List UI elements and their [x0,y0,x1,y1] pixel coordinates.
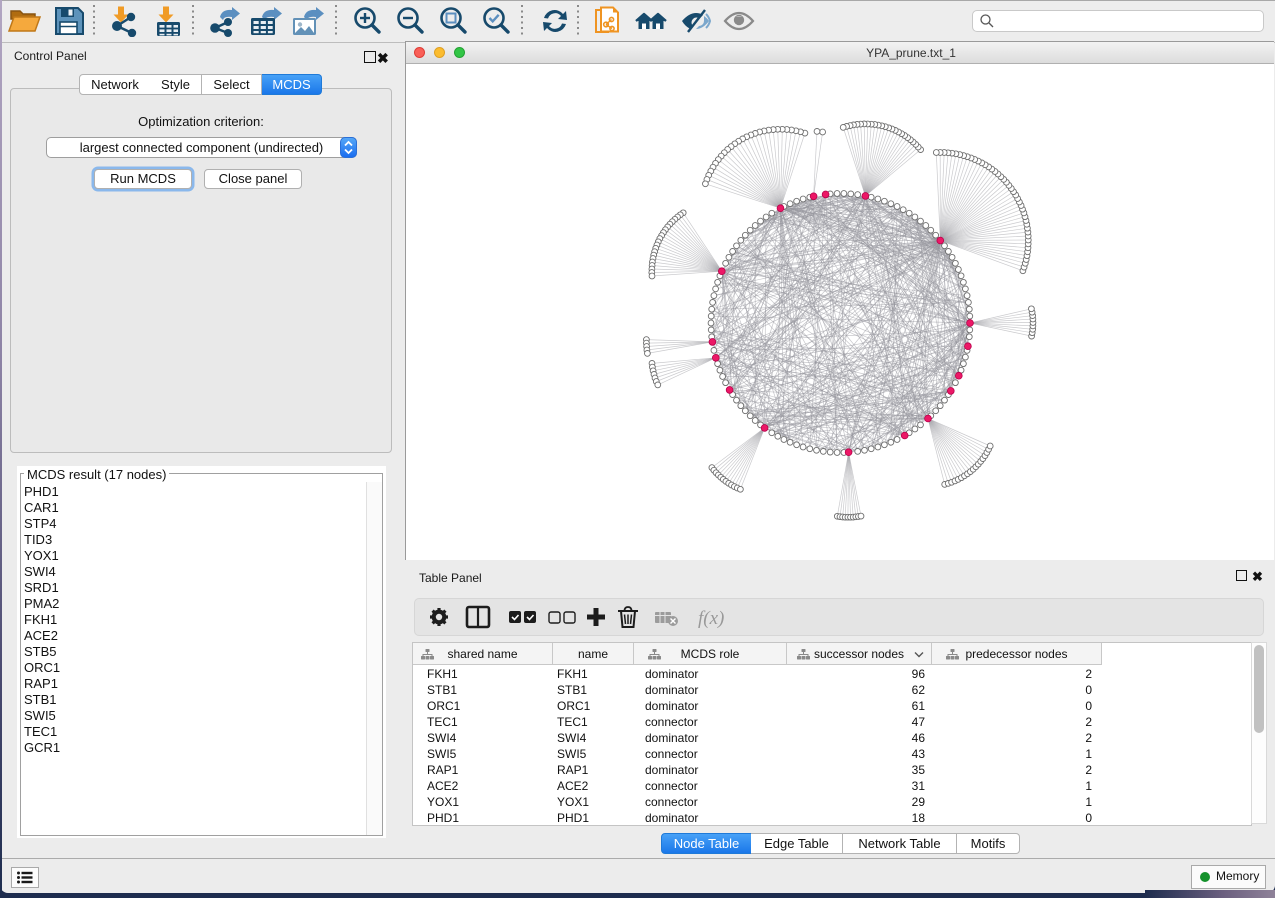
svg-text:f(x): f(x) [698,608,724,629]
